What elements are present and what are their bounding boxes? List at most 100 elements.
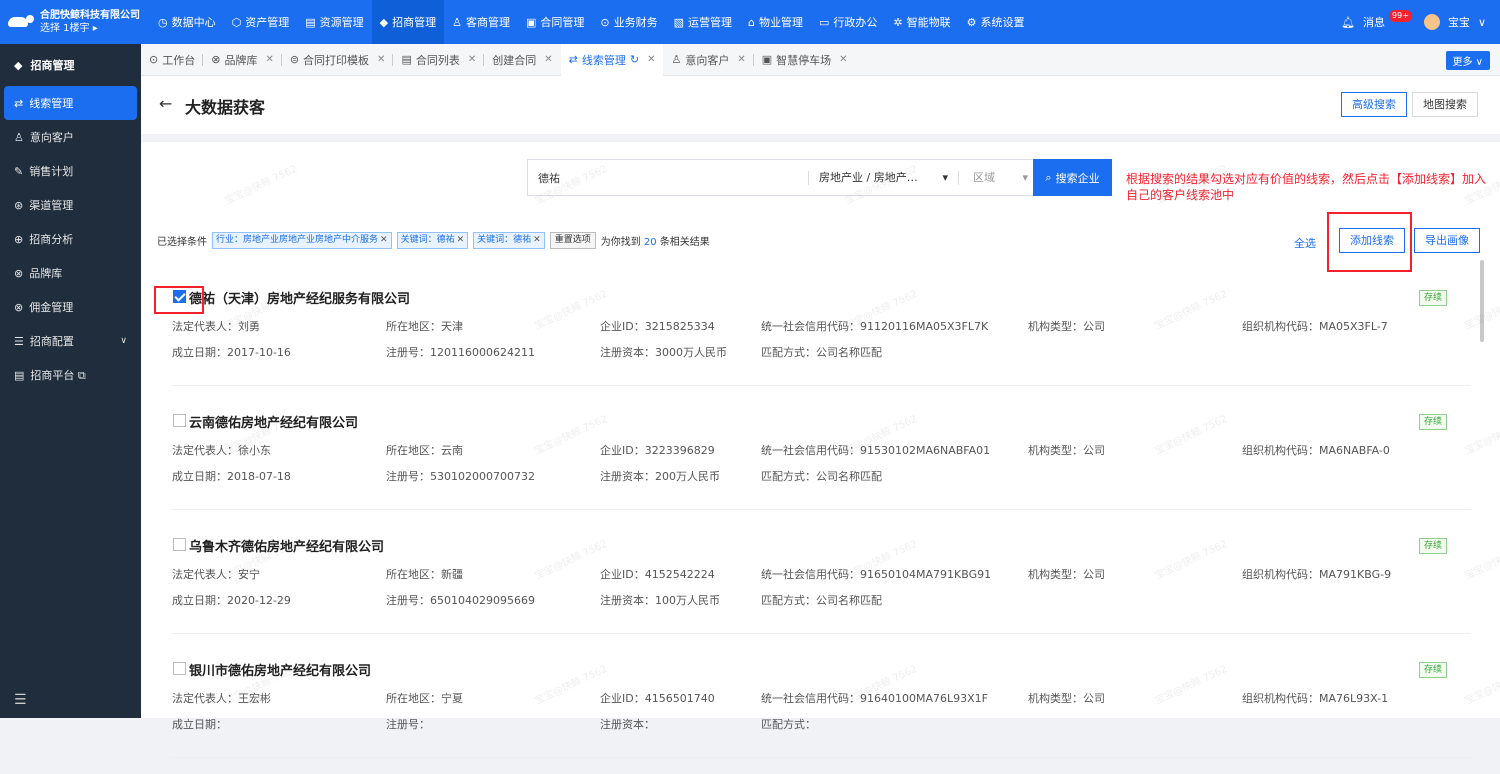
sidebar-item-label: 渠道管理	[29, 199, 74, 212]
close-icon[interactable]: ✕	[533, 235, 541, 245]
nav-settings[interactable]: ⚙ 系统设置	[959, 0, 1033, 44]
company-name[interactable]: 银川市德佑房地产经纪有限公司	[189, 660, 371, 679]
tab-leads[interactable]: ⇄ 线索管理 ↻ ✕	[560, 43, 664, 76]
nav-contract[interactable]: ▣ 合同管理	[518, 0, 592, 44]
field-value: 刘勇	[238, 320, 260, 333]
select-all-link[interactable]: 全选	[1294, 235, 1316, 251]
nav-data-center[interactable]: ◷ 数据中心	[150, 0, 224, 44]
tab-create-contract[interactable]: 创建合同 ✕	[484, 44, 560, 76]
brand[interactable]: 合肥快鲸科技有限公司 选择 1楼宇 ▸	[0, 0, 150, 44]
sidebar-item-commission[interactable]: ⊗ 佣金管理	[0, 290, 141, 324]
company-name[interactable]: 德祐（天津）房地产经纪服务有限公司	[189, 288, 410, 307]
sidebar-item-analysis[interactable]: ⊕ 招商分析	[0, 222, 141, 256]
tab-print-template[interactable]: ⊜ 合同打印模板 ✕	[282, 44, 394, 76]
filter-tag-label: 关键词：德祐	[477, 235, 532, 245]
sidebar-item-brands[interactable]: ⊗ 品牌库	[0, 256, 141, 290]
sidebar-item-sales-plan[interactable]: ✎ 销售计划	[0, 154, 141, 188]
sidebar-item-leads[interactable]: ⇄ 线索管理	[4, 86, 137, 120]
nav-finance[interactable]: ⊙ 业务财务	[592, 0, 665, 44]
messages-link[interactable]: 消息	[1363, 14, 1385, 30]
nav-iot[interactable]: ✲ 智能物联	[885, 0, 958, 44]
diamond-icon: ◆	[379, 15, 389, 29]
field-org-type: 机构类型：公司	[1028, 442, 1105, 458]
tab-workbench[interactable]: ⊙ 工作台	[141, 44, 204, 76]
sidebar-item-label: 品牌库	[29, 267, 63, 280]
nav-asset[interactable]: ⬡ 资产管理	[224, 0, 298, 44]
dashboard-icon: ◷	[158, 15, 168, 29]
close-icon[interactable]: ✕	[265, 54, 273, 65]
user-name[interactable]: 宝宝	[1448, 14, 1470, 30]
chevron-down-icon[interactable]: ∨	[1478, 16, 1486, 29]
record-checkbox[interactable]	[173, 538, 186, 551]
advanced-search-button[interactable]: 高级搜索	[1341, 92, 1407, 117]
company-name[interactable]: 乌鲁木齐德佑房地产经纪有限公司	[189, 536, 384, 555]
field-credit: 统一社会信用代码：91530102MA6NABFA01	[761, 442, 990, 458]
tab-parking[interactable]: ▣ 智慧停车场 ✕	[754, 44, 856, 76]
record-checkbox[interactable]	[173, 414, 186, 427]
tab-label: 智慧停车场	[776, 53, 832, 67]
gear-icon: ⚙	[966, 15, 977, 29]
field-value: 91640100MA76L93X1F	[860, 692, 988, 705]
close-icon[interactable]: ✕	[468, 54, 476, 65]
area-select[interactable]: 区域 ▾	[958, 170, 1036, 185]
field-org-code: 组织机构代码：MA76L93X-1	[1242, 690, 1388, 706]
nav-label: 资产管理	[245, 16, 290, 29]
field-region: 所在地区：新疆	[386, 566, 463, 582]
close-icon[interactable]: ✕	[737, 54, 745, 65]
field-credit: 统一社会信用代码：91120116MA05X3FL7K	[761, 318, 988, 334]
collapse-menu-icon[interactable]: ☰	[14, 692, 27, 708]
back-arrow-icon[interactable]: ←	[159, 94, 172, 113]
tab-label: 工作台	[162, 53, 196, 67]
map-search-button[interactable]: 地图搜索	[1412, 92, 1478, 117]
reset-options-button[interactable]: 重置选项	[549, 232, 596, 249]
filter-tag[interactable]: 行业：房地产业房地产业房地产中介服务 ✕	[212, 232, 392, 249]
field-value: 安宁	[238, 568, 260, 581]
search-enterprise-button[interactable]: ⌕ 搜索企业	[1033, 159, 1112, 196]
nav-property[interactable]: ⌂ 物业管理	[740, 0, 811, 44]
nav-operation[interactable]: ▧ 运营管理	[666, 0, 740, 44]
sidebar-item-label: 销售计划	[29, 165, 74, 178]
bell-icon[interactable]: 🔔︎	[1341, 16, 1355, 29]
field-value: 公司名称匹配	[816, 346, 882, 359]
close-icon[interactable]: ✕	[839, 54, 847, 65]
divider	[171, 757, 1471, 758]
industry-select[interactable]: 房地产业 / 房地产… ▾	[808, 170, 958, 185]
keyword-input[interactable]: 德祐	[528, 170, 808, 186]
tab-contract-list[interactable]: ▤ 合同列表 ✕	[393, 44, 485, 76]
filter-tag[interactable]: 关键词：德祐 ✕	[473, 232, 545, 249]
record-checkbox[interactable]	[173, 662, 186, 675]
tab-brand-library[interactable]: ⊗ 品牌库 ✕	[203, 44, 282, 76]
tab-prospects[interactable]: ♙ 意向客户 ✕	[663, 44, 754, 76]
field-legal: 法定代表人：安宁	[172, 566, 260, 582]
avatar[interactable]	[1423, 14, 1440, 30]
field-match: 匹配方式：	[761, 716, 816, 732]
nav-resource[interactable]: ▤ 资源管理	[297, 0, 371, 44]
nav-tenant[interactable]: ♙ 客商管理	[444, 0, 518, 44]
field-label: 机构类型：	[1028, 692, 1083, 705]
workbench-icon: ⊙	[149, 53, 159, 66]
close-icon[interactable]: ✕	[544, 54, 552, 65]
nav-office[interactable]: ▭ 行政办公	[811, 0, 885, 44]
list-item: 银川市德佑房地产经纪有限公司 存续 法定代表人：王宏彬 所在地区：宁夏 企业ID：415…	[141, 650, 1500, 774]
company-name[interactable]: 云南德佑房地产经纪有限公司	[189, 412, 358, 431]
close-icon[interactable]: ✕	[377, 54, 385, 65]
close-icon[interactable]: ✕	[380, 235, 388, 245]
close-icon[interactable]: ✕	[647, 54, 655, 65]
field-label: 统一社会信用代码：	[761, 444, 860, 457]
caret-down-icon: ▾	[1022, 170, 1028, 184]
tab-bar: ⊙ 工作台 ⊗ 品牌库 ✕ ⊜ 合同打印模板 ✕ ▤ 合同列表 ✕ 创建合同 ✕ ⇄ 线索管理 ↻ ✕…	[141, 43, 1500, 76]
sidebar-item-platform[interactable]: ▤ 招商平台 ⧉	[0, 358, 141, 392]
more-tabs-button[interactable]: 更多 ∨	[1445, 51, 1490, 70]
field-region: 所在地区：宁夏	[386, 690, 463, 706]
field-reg-no: 注册号：650104029095669	[386, 592, 535, 608]
building-selector[interactable]: 选择 1楼宇 ▸	[40, 22, 140, 35]
filter-tag[interactable]: 关键词：德祐 ✕	[396, 232, 469, 249]
close-icon[interactable]: ✕	[457, 235, 465, 245]
refresh-icon[interactable]: ↻	[630, 53, 639, 66]
nav-investment[interactable]: ◆ 招商管理	[371, 0, 445, 44]
field-match: 匹配方式：公司名称匹配	[761, 468, 882, 484]
sidebar-item-channels[interactable]: ⊛ 渠道管理	[0, 188, 141, 222]
export-profile-button[interactable]: 导出画像	[1414, 228, 1480, 253]
sidebar-item-config[interactable]: ☰ 招商配置 ∨	[0, 324, 141, 358]
sidebar-item-prospects[interactable]: ♙ 意向客户	[0, 120, 141, 154]
